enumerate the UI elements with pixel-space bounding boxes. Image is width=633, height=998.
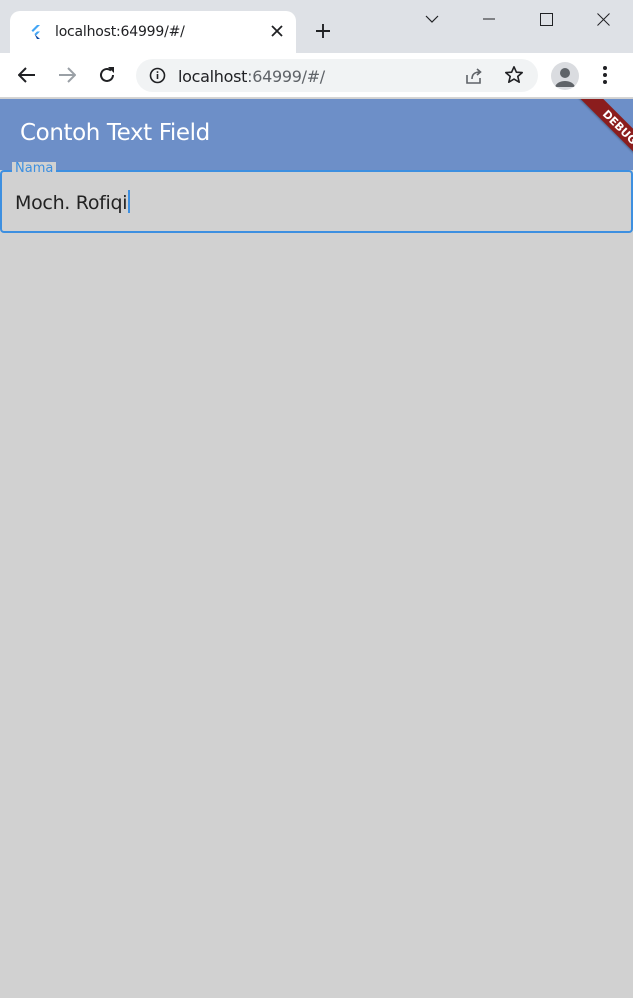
forward-icon[interactable] xyxy=(54,62,80,88)
url-host: localhost xyxy=(178,67,248,86)
tab-strip: localhost:64999/#/ xyxy=(0,0,633,53)
bookmark-star-icon[interactable] xyxy=(504,65,524,85)
tab-title: localhost:64999/#/ xyxy=(55,24,185,40)
address-bar[interactable]: localhost:64999/#/ xyxy=(136,59,538,92)
text-cursor xyxy=(128,190,131,213)
browser-toolbar: localhost:64999/#/ xyxy=(0,53,633,98)
tab-search-icon[interactable] xyxy=(419,6,445,32)
app-bar: Contoh Text Field DEBUG xyxy=(0,99,633,170)
new-tab-icon[interactable] xyxy=(312,20,334,42)
debug-banner: DEBUG xyxy=(571,99,633,170)
minimize-icon[interactable] xyxy=(476,6,502,32)
info-icon[interactable] xyxy=(149,67,166,84)
nama-text-field[interactable]: Nama Moch. Rofiqi xyxy=(0,162,633,233)
browser-tab[interactable]: localhost:64999/#/ xyxy=(10,11,296,53)
field-value-text: Moch. Rofiqi xyxy=(15,192,128,214)
url-path: :64999/#/ xyxy=(247,67,325,86)
profile-icon[interactable] xyxy=(551,62,579,90)
share-icon[interactable] xyxy=(464,66,484,86)
app-title: Contoh Text Field xyxy=(20,120,210,146)
close-tab-icon[interactable] xyxy=(268,22,286,40)
flutter-favicon-icon xyxy=(31,25,40,39)
field-label: Nama xyxy=(12,162,57,172)
url-text: localhost:64999/#/ xyxy=(178,67,325,86)
more-menu-icon[interactable] xyxy=(595,62,615,88)
maximize-icon[interactable] xyxy=(533,6,559,32)
field-value[interactable]: Moch. Rofiqi xyxy=(15,190,131,214)
back-icon[interactable] xyxy=(14,62,40,88)
reload-icon[interactable] xyxy=(94,62,120,88)
close-window-icon[interactable] xyxy=(590,6,616,32)
